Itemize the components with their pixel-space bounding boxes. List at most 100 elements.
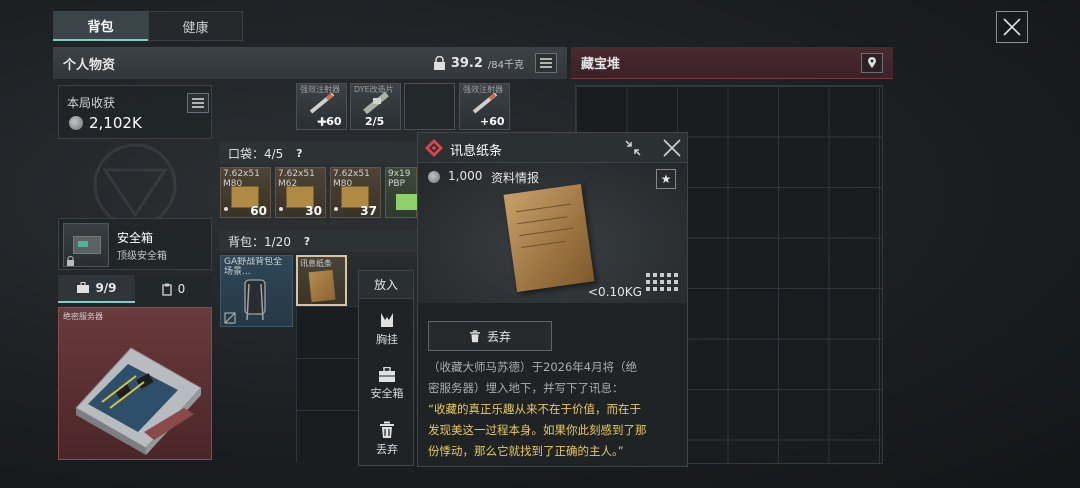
weight-icon <box>433 56 445 70</box>
top-item-2[interactable]: DYE改造片 2/5 <box>350 83 401 130</box>
close-icon <box>1003 18 1021 36</box>
weight-max: /84千克 <box>487 59 524 71</box>
server-label: 绝密服务器 <box>63 312 103 321</box>
stash-location-button[interactable] <box>861 52 883 73</box>
detail-description: （收藏大师马苏德）于2026年4月将（绝 密服务器）埋入地下，并写下了讯息： “… <box>428 357 683 462</box>
pocket-item-4[interactable]: 9x19 PBP <box>385 167 418 218</box>
earnings-label: 本局收获 <box>67 96 116 110</box>
coin-icon <box>428 171 440 183</box>
server-image <box>75 347 202 455</box>
star-icon: ★ <box>660 172 672 186</box>
paper-note-icon <box>308 269 336 303</box>
description-line-2: 密服务器）埋入地下，并写下了讯息： <box>428 381 624 395</box>
mod-chip-icon <box>363 92 389 114</box>
personal-supplies-title: 个人物资 <box>63 57 116 73</box>
briefcase-icon <box>379 367 395 382</box>
quote-line-2: 发现美这一过程本身。如果你此刻感到了那 <box>428 423 647 437</box>
context-item-safe-box-label: 安全箱 <box>370 387 404 400</box>
safe-tab-items[interactable]: 9/9 <box>58 275 135 303</box>
earnings-value: 2,102K <box>89 114 142 132</box>
safe-tab-items-count: 9/9 <box>95 281 117 295</box>
detail-category: 资料情报 <box>491 171 540 185</box>
bag-item-note-name: 讯息纸条 <box>300 259 332 268</box>
context-menu: 放入 胸挂 安全箱 丢弃 <box>358 270 414 466</box>
top-item-1[interactable]: 强效注射器 ✚ +60 <box>296 83 347 130</box>
collapse-icon[interactable] <box>624 139 642 157</box>
description-line-1: （收藏大师马苏德）于2026年4月将（绝 <box>428 360 638 374</box>
stash-title: 藏宝堆 <box>581 57 621 72</box>
context-menu-header: 放入 <box>359 271 413 299</box>
list-icon <box>192 98 204 108</box>
safe-tab-other[interactable]: 0 <box>135 275 212 303</box>
earnings-panel: 本局收获 2,102K <box>58 85 212 139</box>
syringe-icon <box>309 92 335 114</box>
personal-supplies-header: 个人物资 39.2/84千克 <box>53 47 567 79</box>
detail-close-icon[interactable] <box>662 138 682 158</box>
close-button[interactable] <box>996 11 1028 43</box>
pocket-item-4-name: 9x19 PBP <box>388 169 411 189</box>
detail-price: 1,000 <box>448 169 483 183</box>
context-item-chest-rig[interactable]: 胸挂 <box>359 311 415 347</box>
weight-current: 39.2 <box>450 55 483 71</box>
safe-tab-other-count: 0 <box>177 282 186 296</box>
ammo-box-icon <box>396 194 418 210</box>
safe-box-type: 顶级安全箱 <box>117 251 167 262</box>
trash-icon <box>469 329 481 342</box>
coin-icon <box>69 116 83 130</box>
detail-image-area: 1,000 资料情报 ★ <0.10KG <box>418 163 687 303</box>
context-item-safe-box[interactable]: 安全箱 <box>359 367 415 401</box>
bag-help-button[interactable]: ? <box>299 233 315 249</box>
server-item[interactable]: 绝密服务器 <box>58 307 212 460</box>
bag-label: 背包：1/20 <box>228 234 291 249</box>
context-item-discard[interactable]: 丢弃 <box>359 421 415 457</box>
pocket-item-3[interactable]: 7.62x51 M80 37 <box>330 167 381 218</box>
paper-note-image <box>503 184 595 292</box>
pocket-item-1-count: 60 <box>250 204 267 218</box>
item-detail-popup: 讯息纸条 1,000 资料情报 ★ <0.10KG 丢弃 （收藏大师马苏德）于2… <box>417 132 688 467</box>
earnings-menu-button[interactable] <box>187 93 209 113</box>
top-item-4[interactable]: 强效注射器 +60 <box>459 83 510 130</box>
safe-box-image <box>63 223 109 267</box>
detail-header: 讯息纸条 <box>418 133 687 163</box>
emblem-watermark <box>93 143 177 227</box>
pocket-label: 口袋：4/5 <box>228 146 284 161</box>
pocket-item-2-count: 30 <box>305 204 322 218</box>
context-item-discard-label: 丢弃 <box>376 443 398 456</box>
bag-item-message-note[interactable]: 讯息纸条 <box>296 255 347 306</box>
pocket-header: 口袋：4/5 ? <box>219 142 419 164</box>
pocket-item-1[interactable]: 7.62x51 M80 60 <box>220 167 271 218</box>
top-item-2-count: 2/5 <box>365 115 385 128</box>
top-item-3[interactable] <box>404 83 455 130</box>
tab-health[interactable]: 健康 <box>148 11 243 41</box>
tab-backpack[interactable]: 背包 <box>53 11 148 41</box>
syringe-icon <box>472 92 498 114</box>
top-item-4-count: +60 <box>480 115 505 128</box>
detail-weight: <0.10KG <box>588 285 642 299</box>
backpack-icon <box>244 279 266 321</box>
grid-size-icon <box>646 273 678 291</box>
trash-icon <box>380 421 394 438</box>
detail-discard-button[interactable]: 丢弃 <box>428 321 552 351</box>
bag-item-backpack-name: GA野战背包全场景... <box>224 257 283 277</box>
detail-title: 讯息纸条 <box>450 144 503 159</box>
pocket-help-button[interactable]: ? <box>291 145 307 161</box>
safe-box-name: 安全箱 <box>117 231 154 245</box>
sort-menu-button[interactable] <box>535 53 557 73</box>
safe-box-slot[interactable]: 安全箱 顶级安全箱 <box>58 218 212 270</box>
bag-item-backpack[interactable]: GA野战背包全场景... <box>220 255 293 327</box>
quote-line-3: 份悸动，那么它就找到了正确的主人。” <box>428 444 624 458</box>
intel-rarity-icon <box>425 139 443 157</box>
stash-header: 藏宝堆 <box>571 47 893 79</box>
chest-rig-icon <box>381 313 393 327</box>
pocket-item-3-count: 37 <box>360 204 377 218</box>
clipboard-icon <box>161 283 172 296</box>
top-item-1-count: +60 <box>317 115 342 128</box>
bag-grid[interactable] <box>296 306 358 462</box>
lock-icon <box>67 256 74 266</box>
favorite-button[interactable]: ★ <box>656 169 676 189</box>
pocket-item-2[interactable]: 7.62x51 M62 30 <box>275 167 326 218</box>
list-icon <box>540 58 552 68</box>
bag-header: 背包：1/20 ? <box>219 230 419 252</box>
briefcase-icon <box>77 282 90 293</box>
detail-discard-label: 丢弃 <box>486 329 511 344</box>
